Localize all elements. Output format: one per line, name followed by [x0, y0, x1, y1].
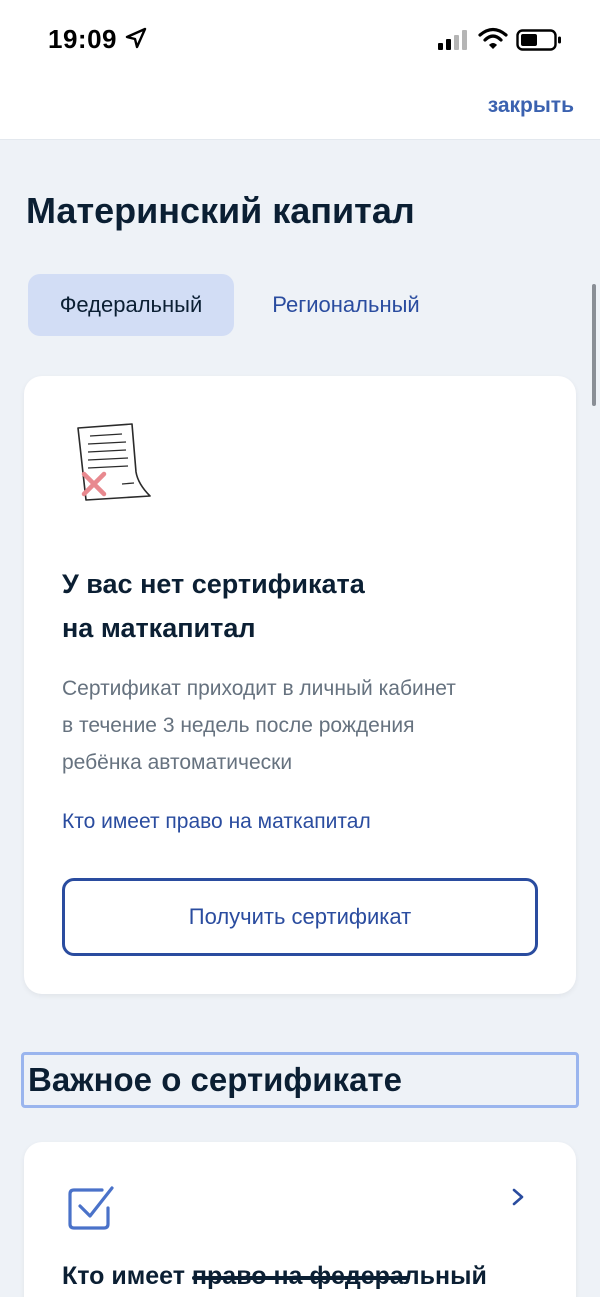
close-button[interactable]: закрыть	[488, 94, 574, 118]
certificate-description-line: Сертификат приходит в личный кабинет	[62, 677, 456, 700]
checkbox-checked-icon	[68, 1186, 114, 1230]
cellular-signal-icon	[438, 30, 467, 50]
certificate-card: У вас нет сертификата на маткапитал Серт…	[24, 376, 576, 994]
certificate-heading-line: на маткапитал	[62, 613, 256, 643]
status-bar: 19:09	[0, 0, 600, 76]
eligibility-card[interactable]: Кто имеет право на федеральный	[24, 1142, 576, 1297]
location-arrow-icon	[125, 27, 147, 49]
eligibility-link[interactable]: Кто имеет право на маткапитал	[62, 810, 371, 834]
tab-federal[interactable]: Федеральный	[28, 274, 234, 336]
certificate-description: Сертификат приходит в личный кабинет в т…	[62, 670, 542, 781]
document-rejected-illustration	[77, 423, 151, 501]
get-certificate-button[interactable]: Получить сертификат	[62, 878, 538, 956]
page-title: Материнский капитал	[26, 190, 415, 231]
certificate-description-line: ребёнка автоматически	[62, 751, 293, 774]
certificate-description-line: в течение 3 недель после рождения	[62, 714, 415, 737]
important-section-title: Важное о сертификате	[28, 1061, 402, 1098]
scroll-indicator	[592, 284, 596, 406]
top-bar: закрыть	[0, 76, 600, 140]
tab-regional[interactable]: Региональный	[246, 274, 446, 336]
battery-icon	[516, 29, 561, 51]
status-time: 19:09	[48, 24, 117, 54]
certificate-heading-line: У вас нет сертификата	[62, 569, 365, 599]
chevron-right-icon[interactable]	[510, 1186, 526, 1208]
certificate-heading: У вас нет сертификата на маткапитал	[62, 562, 502, 650]
wifi-icon	[478, 27, 508, 49]
strikethrough-mark	[192, 1276, 410, 1280]
important-section-header: Важное о сертификате	[21, 1052, 579, 1108]
